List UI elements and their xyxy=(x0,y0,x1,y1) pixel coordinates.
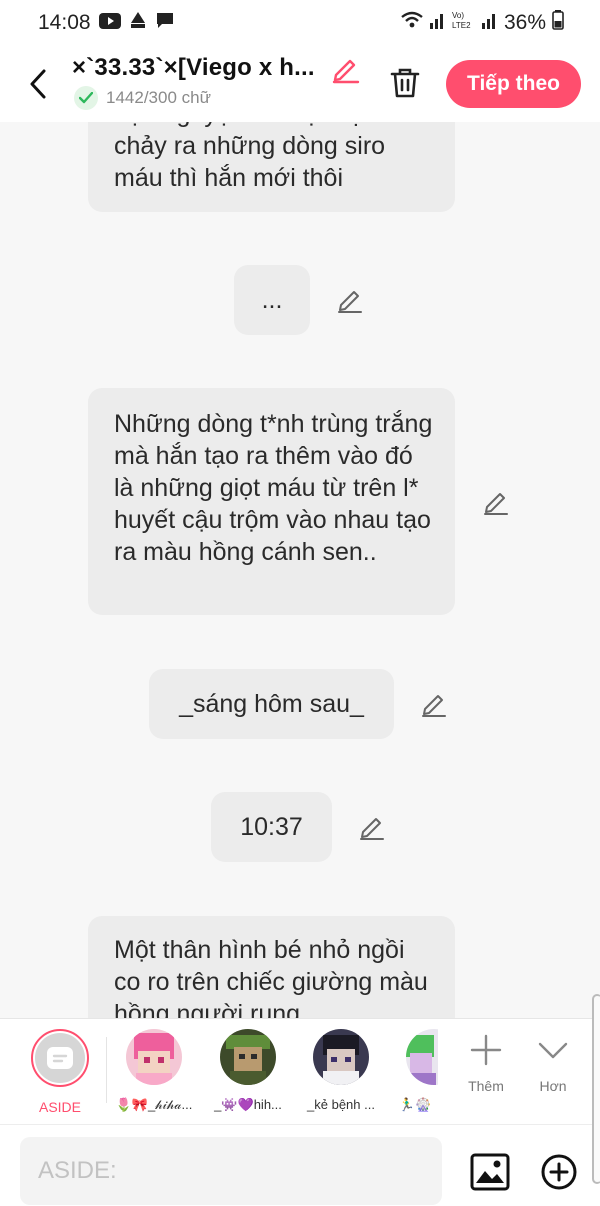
message-bubble[interactable]: ... xyxy=(234,265,310,335)
title-block: ×`33.33`×[Viego x h... 1442/300 chữ xyxy=(72,54,372,110)
message-bubble[interactable]: _sáng hôm sau_ xyxy=(149,669,394,739)
aside-input[interactable] xyxy=(20,1137,442,1205)
edit-message-button[interactable] xyxy=(482,488,510,521)
side-scroll-handle[interactable] xyxy=(592,994,600,1184)
message-text: ... xyxy=(261,286,283,314)
character-item[interactable]: _kẻ bệnh ... xyxy=(297,1029,385,1112)
word-count: 1442/300 chữ xyxy=(106,88,211,107)
message-icon xyxy=(155,11,175,35)
editor-header: ×`33.33`×[Viego x h... 1442/300 chữ Tiếp… xyxy=(0,46,600,122)
youtube-icon xyxy=(98,11,121,35)
message-text: Những dòng t*nh trùng trắng mà hắn tạo r… xyxy=(114,410,433,566)
message-text: _sáng hôm sau_ xyxy=(179,690,364,718)
message-bubble[interactable]: Một thân hình bé nhỏ ngồi co ro trên chi… xyxy=(88,916,455,1018)
character-name: _kẻ bệnh ... xyxy=(307,1097,375,1112)
pencil-icon xyxy=(484,493,508,515)
pencil-icon xyxy=(422,695,446,717)
next-button[interactable]: Tiếp theo xyxy=(446,60,581,108)
pencil-icon xyxy=(338,291,362,313)
battery-icon xyxy=(552,10,564,36)
svg-text:LTE2: LTE2 xyxy=(452,21,471,30)
edit-title-button[interactable] xyxy=(330,53,362,90)
character-aside[interactable]: ASIDE xyxy=(16,1029,104,1115)
aside-avatar xyxy=(31,1029,89,1087)
insert-image-button[interactable] xyxy=(470,1153,510,1196)
image-icon xyxy=(470,1153,510,1191)
avatar xyxy=(126,1029,182,1085)
character-name: 🏃‍♂️🎡 xyxy=(398,1097,432,1112)
aside-label: ASIDE xyxy=(38,1099,81,1115)
message-text: hậu nguyệt của cậu bị rách chảy ra những… xyxy=(114,122,414,192)
edit-message-button[interactable] xyxy=(358,813,386,846)
divider xyxy=(106,1037,107,1103)
chat-area[interactable]: hậu nguyệt của cậu bị rách chảy ra những… xyxy=(0,122,600,1018)
character-bar: ASIDE 🌷🎀_𝒽𝒾𝒽𝒶... _👾💜hih... _kẻ bệnh ... … xyxy=(0,1018,600,1124)
svg-text:Vo): Vo) xyxy=(452,11,464,20)
character-item[interactable]: _👾💜hih... xyxy=(204,1029,292,1113)
message-text: Một thân hình bé nhỏ ngồi co ro trên chi… xyxy=(114,936,428,1018)
status-bar: 14:08 Vo) LTE2 36% xyxy=(0,0,600,46)
signal-icon xyxy=(429,11,446,35)
signal-2-icon xyxy=(481,11,498,35)
lte-icon: Vo) LTE2 xyxy=(452,10,476,36)
wifi-icon xyxy=(400,11,424,35)
back-button[interactable] xyxy=(22,64,54,104)
status-time: 14:08 xyxy=(38,11,91,34)
check-icon xyxy=(74,86,98,110)
pencil-icon xyxy=(360,818,384,840)
pencil-icon xyxy=(332,59,360,84)
character-item[interactable]: 🏃‍♂️🎡 xyxy=(376,1029,438,1113)
chevron-left-icon xyxy=(30,69,46,99)
edit-message-button[interactable] xyxy=(420,690,448,723)
maps-icon xyxy=(129,11,147,35)
delete-button[interactable] xyxy=(388,66,422,105)
word-count-row: 1442/300 chữ xyxy=(74,86,372,110)
more-characters-button[interactable]: Hơn xyxy=(521,1033,585,1094)
add-label: Thêm xyxy=(468,1078,504,1094)
chevron-down-icon xyxy=(538,1042,568,1059)
avatar xyxy=(313,1029,369,1085)
trash-icon xyxy=(390,68,420,98)
character-name: 🌷🎀_𝒽𝒾𝒽𝒶... xyxy=(115,1097,193,1112)
avatar xyxy=(220,1029,276,1085)
message-text: 10:37 xyxy=(240,813,303,841)
message-bubble[interactable]: 10:37 xyxy=(211,792,332,862)
plus-icon xyxy=(470,1034,502,1066)
plus-circle-icon xyxy=(541,1154,577,1190)
character-item[interactable]: 🌷🎀_𝒽𝒾𝒽𝒶... xyxy=(110,1029,198,1113)
message-bubble[interactable]: hậu nguyệt của cậu bị rách chảy ra những… xyxy=(88,122,455,212)
avatar xyxy=(406,1029,438,1085)
message-bubble[interactable]: Những dòng t*nh trùng trắng mà hắn tạo r… xyxy=(88,388,455,615)
add-content-button[interactable] xyxy=(540,1153,578,1196)
note-icon xyxy=(47,1047,73,1069)
character-name: _👾💜hih... xyxy=(214,1097,282,1112)
edit-message-button[interactable] xyxy=(336,286,364,319)
input-bar xyxy=(0,1124,600,1206)
battery-percent: 36% xyxy=(503,11,546,34)
more-label: Hơn xyxy=(539,1078,567,1094)
story-title[interactable]: ×`33.33`×[Viego x h... xyxy=(72,54,372,82)
add-character-button[interactable]: Thêm xyxy=(454,1033,518,1094)
